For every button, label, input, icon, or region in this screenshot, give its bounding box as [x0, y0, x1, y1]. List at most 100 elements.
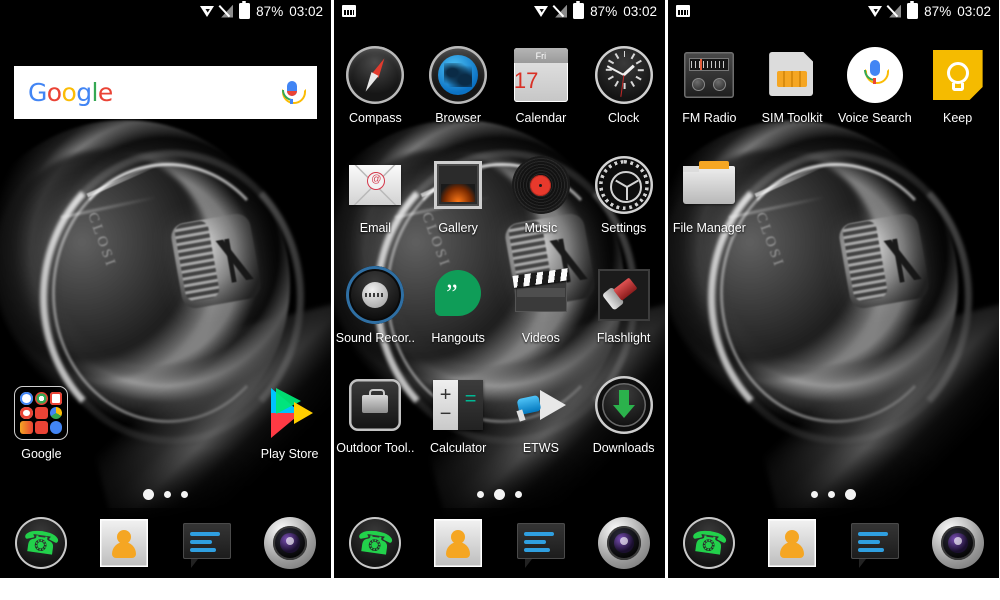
- status-bar[interactable]: 87% 03:02: [0, 0, 331, 22]
- browser-icon[interactable]: [429, 46, 488, 104]
- app-browser[interactable]: Browser: [417, 36, 500, 146]
- page-indicator[interactable]: [0, 489, 331, 500]
- sim-toolkit-icon[interactable]: [763, 46, 821, 104]
- google-search-widget[interactable]: Google: [14, 66, 317, 119]
- home-item-google-folder[interactable]: Google: [0, 386, 83, 482]
- page-indicator[interactable]: [334, 489, 665, 500]
- app-gallery[interactable]: Gallery: [417, 146, 500, 256]
- downloads-icon[interactable]: [594, 376, 653, 434]
- app-downloads[interactable]: Downloads: [582, 366, 665, 476]
- app-label: FM Radio: [682, 111, 737, 125]
- app-videos[interactable]: Videos: [500, 256, 583, 366]
- page-dot-2[interactable]: [494, 489, 505, 500]
- app-label: Keep: [943, 111, 973, 125]
- camera-icon[interactable]: [597, 517, 650, 569]
- calculator-icon[interactable]: [429, 376, 487, 434]
- page-dot-3[interactable]: [181, 491, 188, 498]
- app-label: Sound Recor..: [335, 331, 415, 345]
- app-label: Clock: [607, 111, 640, 125]
- messaging-icon[interactable]: [849, 517, 901, 569]
- wifi-icon: [868, 5, 883, 17]
- app-label: Gallery: [438, 221, 478, 235]
- calendar-icon[interactable]: Fri 17: [512, 46, 570, 104]
- page-dot-2[interactable]: [164, 491, 171, 498]
- home-item-play-store[interactable]: Play Store: [248, 386, 331, 482]
- camera-icon[interactable]: [263, 517, 316, 569]
- app-compass[interactable]: Compass: [334, 36, 417, 146]
- app-sim-toolkit[interactable]: SIM Toolkit: [751, 36, 834, 146]
- sound-recorder-icon[interactable]: [346, 266, 405, 324]
- phone-screen-drawer-3: CLOSI 87% 03:02 FM Radio SIM Toolkit Voi…: [668, 0, 999, 578]
- contacts-icon[interactable]: [432, 517, 484, 569]
- contacts-icon[interactable]: [98, 517, 150, 569]
- fm-radio-icon[interactable]: [680, 46, 738, 104]
- messaging-icon[interactable]: [181, 517, 233, 569]
- dock: [334, 508, 665, 578]
- app-music[interactable]: Music: [500, 146, 583, 256]
- camera-icon[interactable]: [931, 517, 984, 569]
- app-label: Downloads: [592, 441, 655, 455]
- app-label: Email: [359, 221, 391, 235]
- dock: [0, 508, 331, 578]
- file-manager-icon[interactable]: [680, 156, 738, 214]
- page-dot-3[interactable]: [515, 491, 522, 498]
- app-voice-search[interactable]: Voice Search: [834, 36, 917, 146]
- compass-icon[interactable]: [346, 46, 405, 104]
- phone-screen-home: CLOSI 87% 03:02 Google: [0, 0, 331, 578]
- gallery-icon[interactable]: [429, 156, 487, 214]
- app-fm-radio[interactable]: FM Radio: [668, 36, 751, 146]
- app-calculator[interactable]: Calculator: [417, 366, 500, 476]
- page-dot-3[interactable]: [845, 489, 856, 500]
- music-icon[interactable]: [511, 156, 570, 214]
- play-store-icon[interactable]: [265, 386, 315, 440]
- app-outdoor-toolkit[interactable]: Outdoor Tool..: [334, 366, 417, 476]
- etws-icon[interactable]: [512, 376, 570, 434]
- app-label: File Manager: [672, 221, 746, 235]
- app-flashlight[interactable]: Flashlight: [582, 256, 665, 366]
- page-dot-2[interactable]: [828, 491, 835, 498]
- page-dot-1[interactable]: [811, 491, 818, 498]
- app-email[interactable]: @ Email: [334, 146, 417, 256]
- app-label: Compass: [348, 111, 402, 125]
- status-bar[interactable]: 87% 03:02: [334, 0, 665, 22]
- phone-icon[interactable]: [683, 517, 736, 569]
- app-grid: Compass Browser Fri 17 Calendar Clock @ Ema…: [334, 36, 665, 476]
- app-etws[interactable]: ETWS: [500, 366, 583, 476]
- app-keep[interactable]: Keep: [916, 36, 999, 146]
- videos-icon[interactable]: [512, 266, 570, 324]
- keep-icon[interactable]: [929, 46, 987, 104]
- app-hangouts[interactable]: Hangouts: [417, 256, 500, 366]
- wifi-icon: [534, 5, 549, 17]
- flashlight-icon[interactable]: [595, 266, 653, 324]
- battery-percent: 87%: [590, 3, 618, 19]
- voice-search-icon[interactable]: [846, 46, 904, 104]
- app-calendar[interactable]: Fri 17 Calendar: [500, 36, 583, 146]
- status-bar[interactable]: 87% 03:02: [668, 0, 999, 22]
- google-folder-icon[interactable]: [14, 386, 69, 440]
- app-clock[interactable]: Clock: [582, 36, 665, 146]
- page-dot-1[interactable]: [143, 489, 154, 500]
- phone-icon[interactable]: [15, 517, 68, 569]
- battery-icon: [907, 0, 919, 19]
- app-file-manager[interactable]: File Manager: [668, 146, 751, 256]
- clock-time: 03:02: [957, 3, 991, 19]
- phone-icon[interactable]: [349, 517, 402, 569]
- home-icon-row: Google Play Store: [0, 386, 331, 482]
- google-logo: Google: [28, 78, 113, 107]
- microphone-icon[interactable]: [281, 80, 306, 106]
- app-settings[interactable]: Settings: [582, 146, 665, 256]
- page-dot-1[interactable]: [477, 491, 484, 498]
- app-sound-recorder[interactable]: Sound Recor..: [334, 256, 417, 366]
- clock-icon[interactable]: [594, 46, 653, 104]
- messaging-icon[interactable]: [515, 517, 567, 569]
- hangouts-icon[interactable]: [429, 266, 487, 324]
- settings-icon[interactable]: [594, 156, 653, 214]
- home-item-label: Google: [21, 447, 62, 461]
- screenshot-icon: [342, 5, 356, 17]
- app-label: Flashlight: [596, 331, 651, 345]
- wifi-icon: [200, 5, 215, 17]
- email-icon[interactable]: @: [346, 156, 404, 214]
- outdoor-toolkit-icon[interactable]: [346, 376, 404, 434]
- contacts-icon[interactable]: [766, 517, 818, 569]
- page-indicator[interactable]: [668, 489, 999, 500]
